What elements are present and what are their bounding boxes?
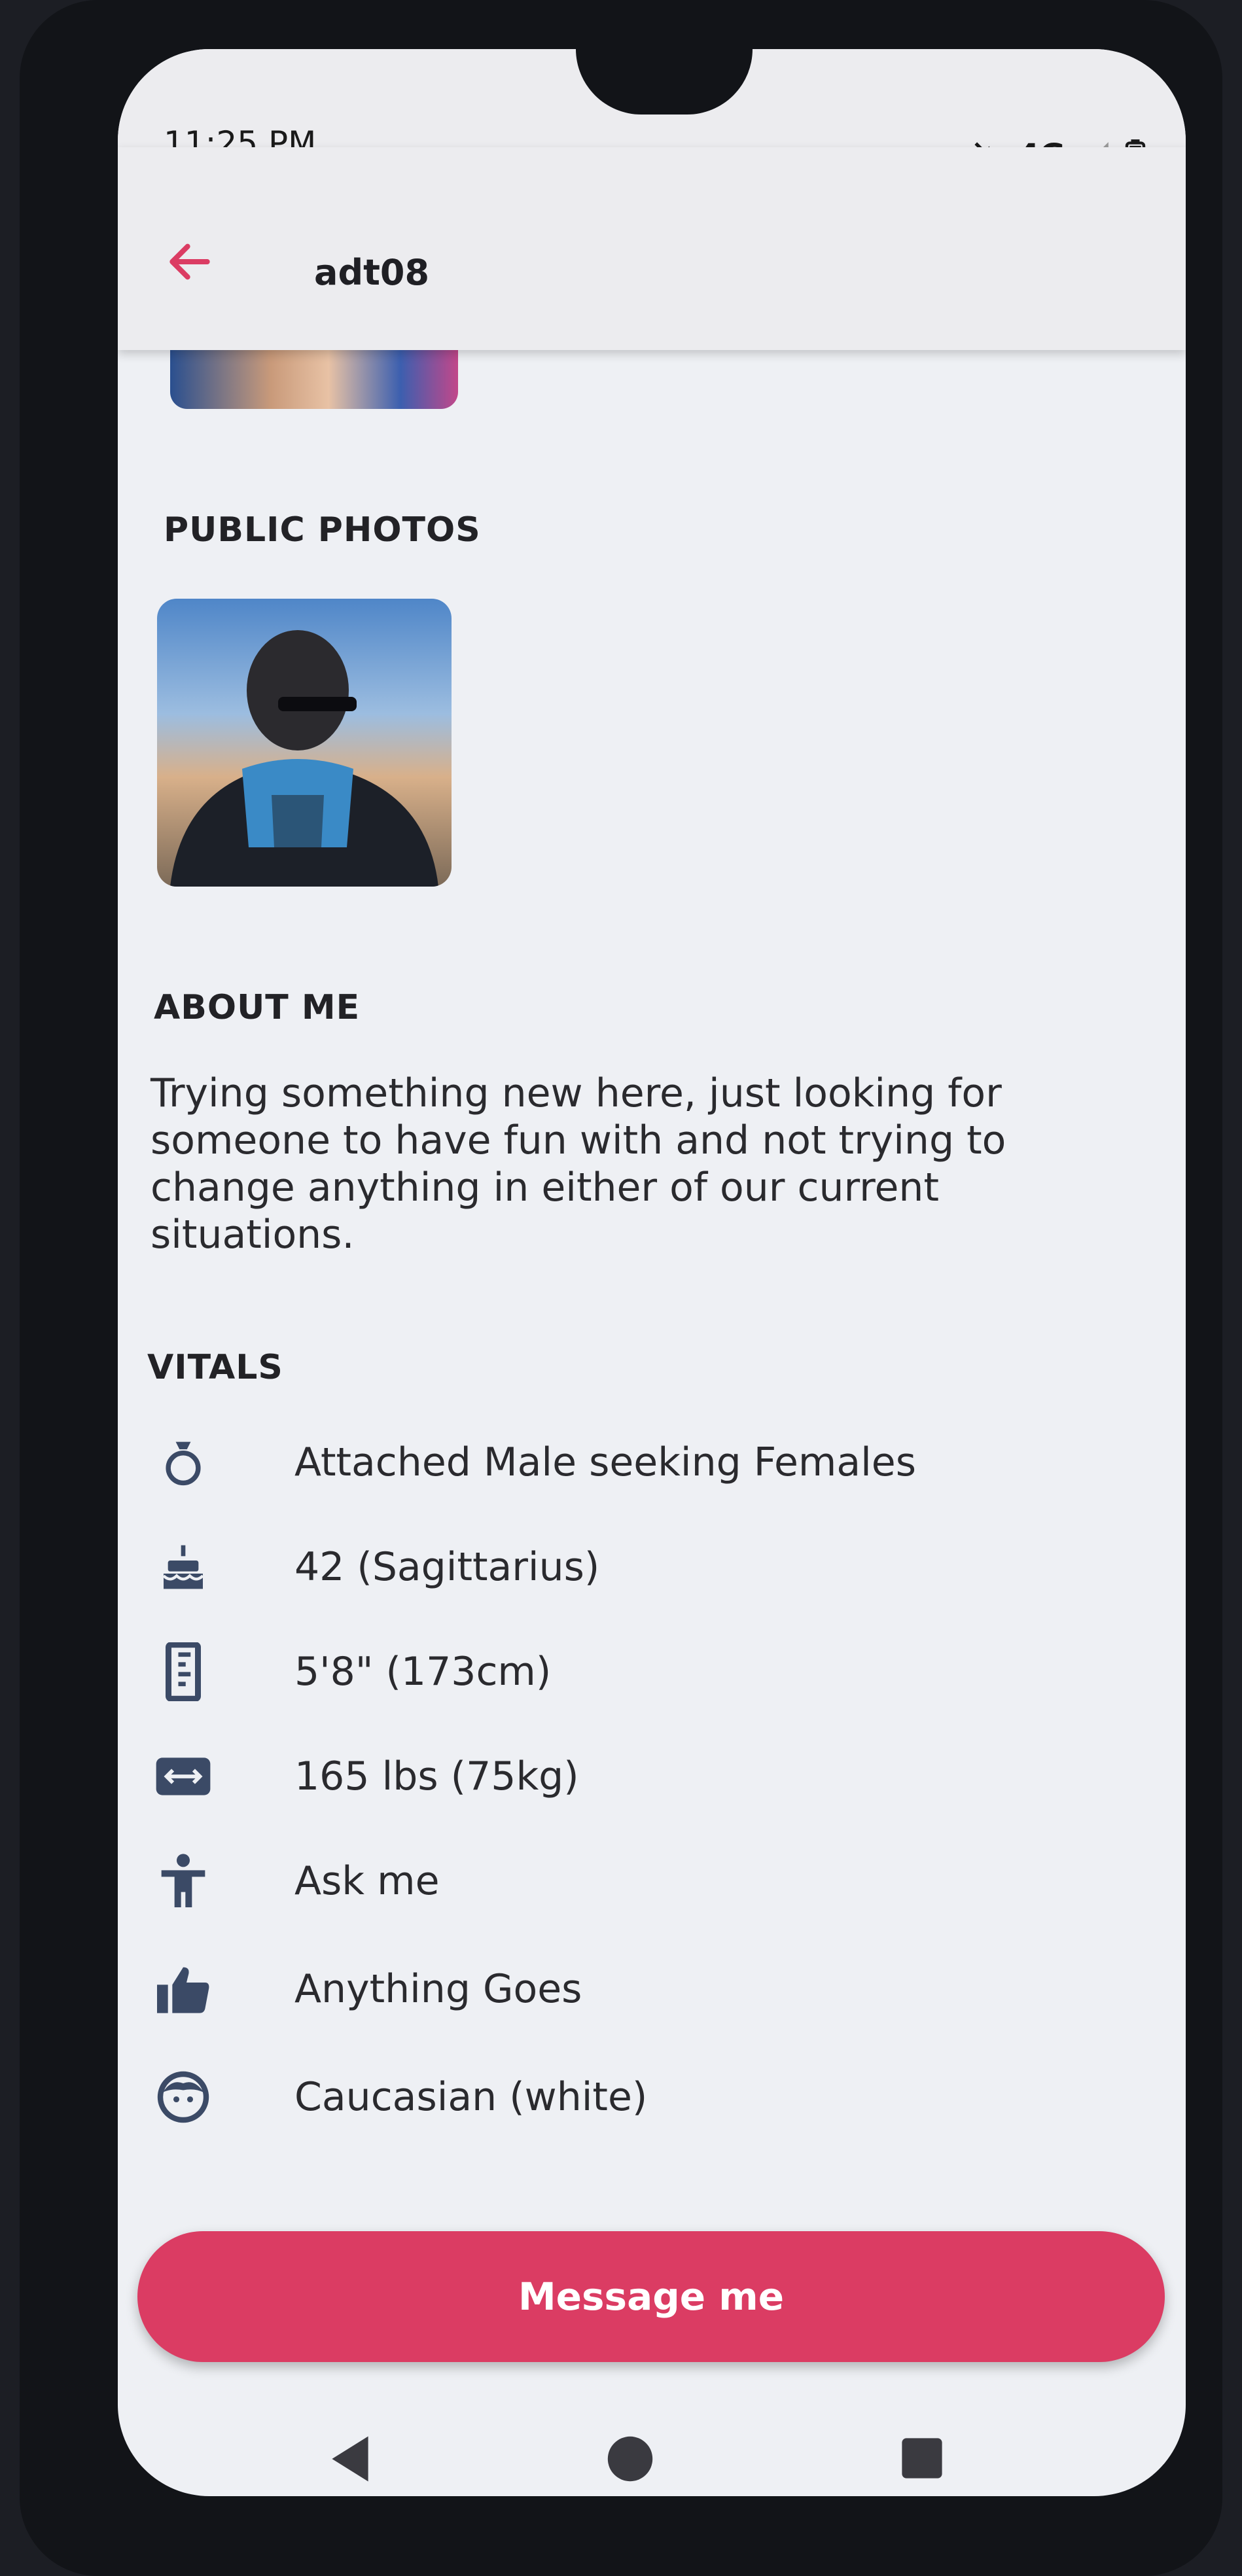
vital-relationship: Attached Male seeking Females	[151, 1426, 1132, 1498]
back-arrow-icon[interactable]	[164, 236, 216, 288]
vital-body-type-text: Ask me	[294, 1858, 440, 1904]
public-photos-heading: PUBLIC PHOTOS	[164, 510, 481, 550]
nav-recents-icon[interactable]	[900, 2436, 944, 2480]
vital-weight: 165 lbs (75kg)	[151, 1740, 1132, 1812]
about-me-heading: ABOUT ME	[154, 988, 361, 1027]
about-me-text: Trying something new here, just looking …	[151, 1070, 1006, 1258]
camera-notch	[576, 49, 753, 115]
public-photo-thumbnail[interactable]	[157, 599, 452, 887]
vital-weight-text: 165 lbs (75kg)	[294, 1754, 579, 1799]
vital-ethnicity-text: Caucasian (white)	[294, 2074, 648, 2120]
vital-ethnicity: Caucasian (white)	[151, 2061, 1132, 2133]
nav-home-icon[interactable]	[605, 2434, 655, 2484]
vital-body-type: Ask me	[151, 1845, 1132, 1917]
profile-username: adt08	[314, 252, 430, 293]
vitals-heading: VITALS	[147, 1348, 283, 1387]
phone-frame: 11:25 PM 4G	[20, 0, 1222, 2576]
vital-age-text: 42 (Sagittarius)	[294, 1544, 600, 1590]
status-bar: 11:25 PM 4G	[118, 49, 1186, 174]
system-nav-bar	[118, 2418, 1186, 2496]
ruler-icon	[151, 1639, 216, 1704]
ring-icon	[151, 1430, 216, 1495]
vital-relationship-text: Attached Male seeking Females	[294, 1439, 916, 1485]
app-bar: adt08	[118, 147, 1186, 350]
vital-preference: Anything Goes	[151, 1953, 1132, 2025]
face-icon	[151, 2064, 216, 2130]
vital-age: 42 (Sagittarius)	[151, 1531, 1132, 1603]
vital-height-text: 5'8" (173cm)	[294, 1649, 552, 1695]
photo-image	[170, 630, 438, 887]
vital-height: 5'8" (173cm)	[151, 1636, 1132, 1708]
nav-back-icon[interactable]	[327, 2434, 373, 2484]
message-me-button[interactable]: Message me	[137, 2231, 1165, 2362]
person-icon	[151, 1848, 216, 1914]
vital-preference-text: Anything Goes	[294, 1966, 582, 2012]
screen: 11:25 PM 4G	[118, 49, 1186, 2496]
width-arrows-icon	[151, 1744, 216, 1809]
cake-icon	[151, 1534, 216, 1600]
thumbs-up-icon	[151, 1956, 216, 2022]
